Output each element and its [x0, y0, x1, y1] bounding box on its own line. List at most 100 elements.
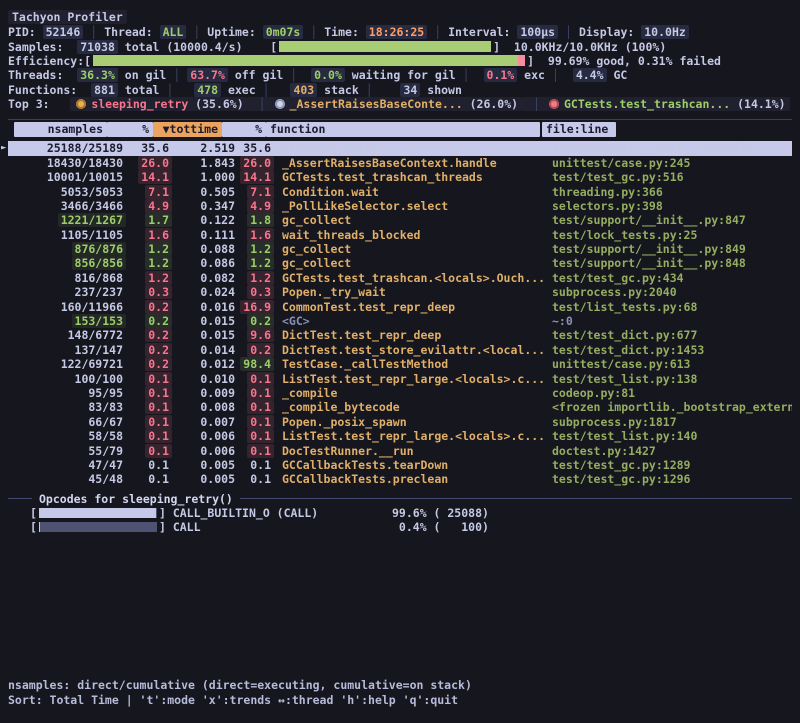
table-row[interactable]: ► 122/69721 0.2 0.012 98.4 TestCase._cal…: [8, 357, 792, 371]
table-row[interactable]: ► 816/868 1.2 0.082 1.2 GCTests.test_tra…: [8, 271, 792, 285]
cell-direct-percent: 0.1: [126, 400, 172, 414]
table-row[interactable]: ► 45/48 0.1 0.005 0.1 GCCallbackTests.pr…: [8, 472, 792, 486]
threads-stat-label: off gil: [228, 68, 283, 82]
table-row[interactable]: ► 18430/18430 26.0 1.843 26.0 _AssertRai…: [8, 156, 792, 170]
cell-direct-percent: 1.2: [126, 242, 172, 256]
table-row[interactable]: ► 1105/1105 1.6 0.111 1.6 wait_threads_b…: [8, 228, 792, 242]
functions-stat-value: 881: [91, 83, 118, 97]
cell-function-name: DictTest.test_store_evilattr.<local...: [274, 343, 548, 357]
status-item: Uptime: 0m07s: [186, 25, 303, 39]
opcode-row: [] CALL 0.4% ( 100): [8, 520, 792, 534]
column-header-tottime-sorted[interactable]: ▼tottime: [153, 122, 222, 137]
cell-function-name: gc_collect: [274, 242, 548, 256]
opcode-bar: [39, 508, 157, 518]
status-value: 52146: [43, 25, 84, 39]
table-row[interactable]: ► 856/856 1.2 0.086 1.2 gc_collect test/…: [8, 256, 792, 270]
table-row[interactable]: ► 66/67 0.1 0.007 0.1 Popen._posix_spawn…: [8, 415, 792, 429]
opcode-name: CALL_BUILTIN_O (CALL): [173, 506, 318, 520]
cell-tottime: 0.024: [172, 285, 238, 299]
status-value: ALL: [160, 25, 187, 39]
column-header-direct-percent[interactable]: %: [107, 122, 153, 137]
cell-function-name: Popen._try_wait: [274, 285, 548, 299]
table-row[interactable]: ► 153/153 0.2 0.015 0.2 <GC> ~:0: [8, 314, 792, 328]
top3-entry: GCTests.test_trashcan... (14.1%): [522, 97, 790, 111]
table-row[interactable]: ► 3466/3466 4.9 0.347 4.9 _PollLikeSelec…: [8, 199, 792, 213]
status-item: PID: 52146: [8, 25, 83, 39]
table-row[interactable]: ► 5053/5053 7.1 0.505 7.1 Condition.wait…: [8, 185, 792, 199]
table-row[interactable]: ► 148/6772 0.2 0.015 9.6 DictTest.test_r…: [8, 328, 792, 342]
table-row[interactable]: ► 1221/1267 1.7 0.122 1.8 gc_collect tes…: [8, 213, 792, 227]
cell-direct-percent: 0.2: [126, 343, 172, 357]
cell-tottime: 0.347: [172, 199, 238, 213]
cell-direct-percent: 1.6: [126, 228, 172, 242]
efficiency-failed-segment: [518, 55, 525, 66]
column-header-nsamples[interactable]: nsamples: [14, 122, 107, 137]
table-row[interactable]: ► 83/83 0.1 0.008 0.1 _compile_bytecode …: [8, 400, 792, 414]
app-title: Tachyon Profiler: [8, 10, 127, 24]
cell-direct-percent: 26.0: [126, 156, 172, 170]
threads-stat-value: 0.0%: [311, 68, 345, 82]
cell-tottime: 0.122: [172, 213, 238, 227]
cell-function-name: gc_collect: [274, 256, 548, 270]
column-header-function[interactable]: function: [266, 122, 540, 137]
status-label: Interval:: [448, 25, 517, 39]
cell-nsamples: 3466/3466: [22, 199, 126, 213]
table-row[interactable]: ► 160/11966 0.2 0.016 16.9 CommonTest.te…: [8, 300, 792, 314]
cell-direct-percent: 0.1: [126, 444, 172, 458]
threads-stat-label: waiting for gil: [345, 68, 456, 82]
cell-direct-percent: 0.1: [126, 429, 172, 443]
cell-function-name: <GC>: [274, 314, 548, 328]
samples-total: 71038: [77, 40, 118, 54]
column-header-file-line[interactable]: file:line: [542, 122, 616, 137]
cell-file-line: subprocess.py:1817: [548, 415, 792, 429]
cell-cumulative-percent: 0.2: [238, 343, 274, 357]
cell-direct-percent: 0.1: [126, 458, 172, 472]
table-row[interactable]: ► 95/95 0.1 0.009 0.1 _compile codeop.py…: [8, 386, 792, 400]
column-header-cumulative-percent[interactable]: %: [222, 122, 266, 137]
cell-direct-percent: 0.1: [126, 472, 172, 486]
table-row[interactable]: ► 55/79 0.1 0.006 0.1 DocTestRunner.__ru…: [8, 444, 792, 458]
efficiency-row: Efficiency:[] 99.69% good, 0.31% failed: [8, 54, 792, 68]
cell-cumulative-percent: 98.4: [238, 357, 274, 371]
cell-cumulative-percent: 7.1: [238, 185, 274, 199]
cell-cumulative-percent: 0.2: [238, 314, 274, 328]
cell-cumulative-percent: 14.1: [238, 170, 274, 184]
status-bar: PID: 52146 Thread: ALL Uptime: 0m07s Tim…: [8, 25, 792, 39]
cell-tottime: 0.012: [172, 357, 238, 371]
table-row[interactable]: ► 47/47 0.1 0.005 0.1 GCCallbackTests.te…: [8, 458, 792, 472]
cell-file-line: test/lock_tests.py:25: [548, 228, 792, 242]
cell-file-line: test/support/__init__.py:847: [548, 213, 792, 227]
cell-direct-percent: 0.1: [126, 386, 172, 400]
cell-file-line: unittest/case.py:613: [548, 357, 792, 371]
table-row[interactable]: ► 25188/25189 35.6 2.519 35.6 sleeping_r…: [8, 141, 792, 155]
functions-stat: 403 stack: [256, 83, 359, 97]
cell-cumulative-percent: 1.6: [238, 228, 274, 242]
table-row[interactable]: ► 137/147 0.2 0.014 0.2 DictTest.test_st…: [8, 343, 792, 357]
functions-stat-label: shown: [420, 83, 462, 97]
functions-stat-value: 403: [290, 83, 317, 97]
cell-cumulative-percent: 35.6: [238, 141, 274, 155]
cell-function-name: _PollLikeSelector.select: [274, 199, 548, 213]
table-row[interactable]: ► 100/100 0.1 0.010 0.1 ListTest.test_re…: [8, 372, 792, 386]
table-header-row: nsamples % ▼tottime % function file:line: [8, 122, 792, 137]
selected-row-arrow-icon: ►: [1, 141, 6, 155]
cell-tottime: 0.082: [172, 271, 238, 285]
cell-function-name: GCTests.test_trashcan.<locals>.Ouch...: [274, 271, 548, 285]
cell-cumulative-percent: 0.1: [238, 444, 274, 458]
top3-entry: _AssertRaisesBaseConte... (26.0%): [248, 97, 522, 111]
cell-tottime: 1.000: [172, 170, 238, 184]
table-row[interactable]: ► 10001/10015 14.1 1.000 14.1 GCTests.te…: [8, 170, 792, 184]
cell-file-line: test/list_tests.py:68: [548, 300, 792, 314]
table-row[interactable]: ► 58/58 0.1 0.006 0.1 ListTest.test_repr…: [8, 429, 792, 443]
cell-nsamples: 148/6772: [22, 328, 126, 342]
cell-file-line: test/test_list.py:138: [548, 372, 792, 386]
table-row[interactable]: ► 876/876 1.2 0.088 1.2 gc_collect test/…: [8, 242, 792, 256]
cell-nsamples: 137/147: [22, 343, 126, 357]
threads-stat: 0.1% exc: [456, 68, 545, 82]
cell-function-name: ListTest.test_repr_large.<locals>.c...: [274, 372, 548, 386]
cell-tottime: 0.008: [172, 400, 238, 414]
opcodes-section: [] CALL_BUILTIN_O (CALL) 99.6% ( 25088) …: [8, 506, 792, 535]
app-title-line: Tachyon Profiler: [8, 8, 792, 25]
table-row[interactable]: ► 237/237 0.3 0.024 0.3 Popen._try_wait …: [8, 285, 792, 299]
functions-stat-label: total: [118, 83, 160, 97]
